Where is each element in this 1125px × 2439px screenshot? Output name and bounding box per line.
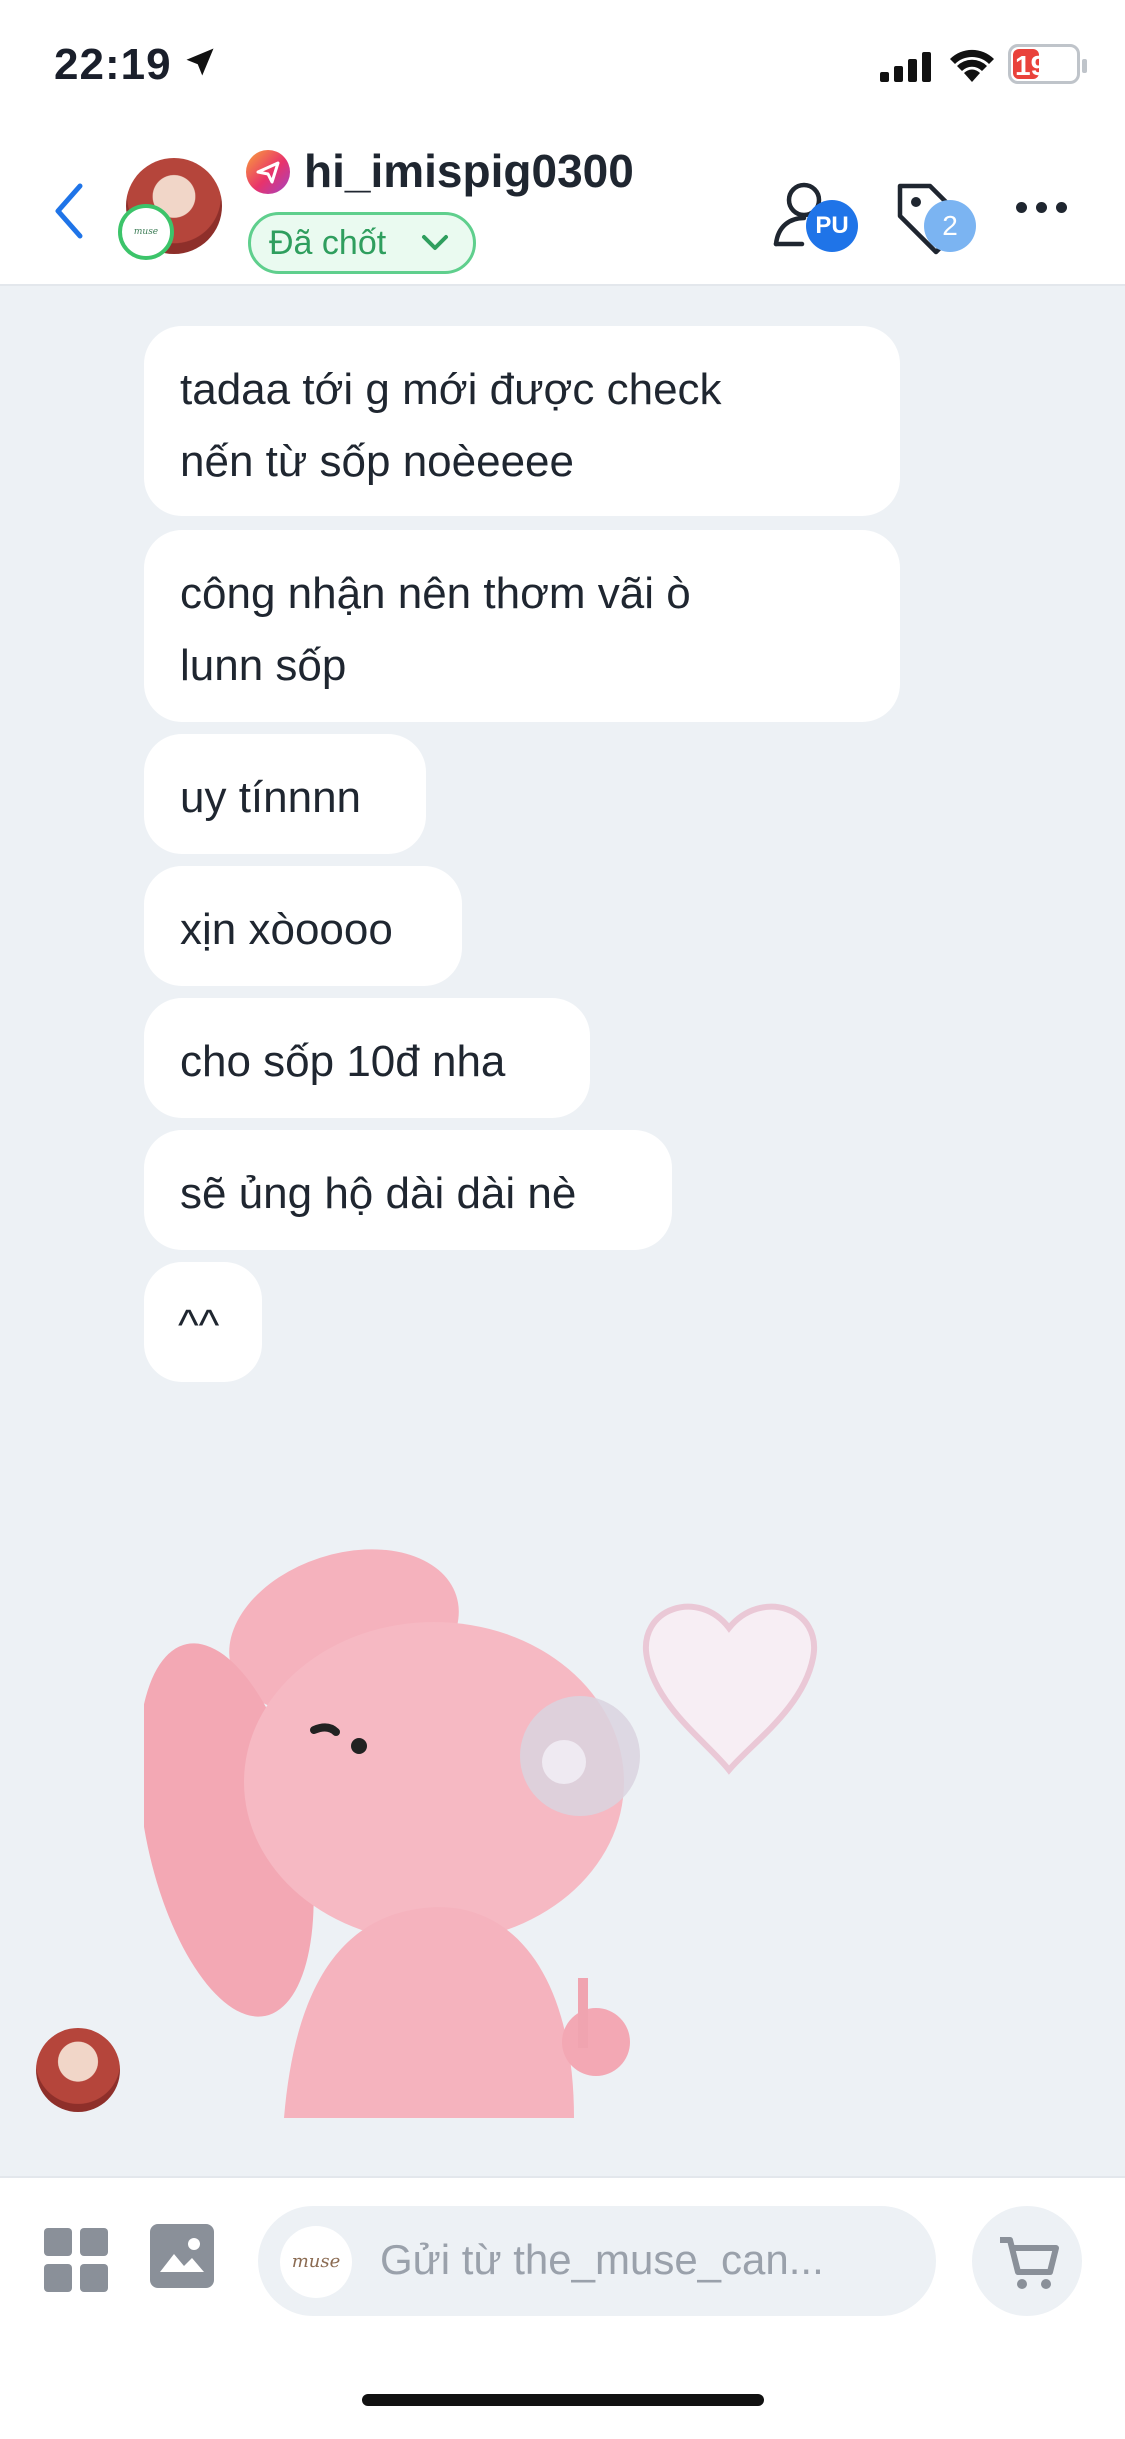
message-bubble: cho sốp 10đ nha — [144, 998, 590, 1118]
assignee-badge: PU — [806, 200, 858, 252]
battery-indicator: 19 — [1008, 44, 1087, 84]
message-input-placeholder: Gửi từ the_muse_can... — [380, 2236, 824, 2283]
tag-count-badge: 2 — [924, 200, 976, 252]
battery-cap — [1082, 59, 1087, 73]
chevron-down-icon — [422, 235, 448, 250]
message-bubble: công nhận nên thơm vãi ò lunn sốp — [144, 530, 900, 722]
location-arrow-icon — [186, 48, 214, 76]
back-chevron-icon[interactable] — [44, 176, 94, 246]
sender-avatar[interactable] — [36, 2028, 120, 2112]
cellular-signal-icon — [880, 52, 931, 82]
more-options-icon[interactable] — [1012, 186, 1072, 226]
battery-percent: 19 — [1015, 50, 1047, 81]
order-status-label: Đã chốt — [269, 224, 387, 262]
instagram-direct-icon — [246, 150, 290, 194]
message-bubble: sẽ ủng hộ dài dài nè — [144, 1130, 672, 1250]
bunny-sticker-image[interactable] — [144, 1520, 860, 2118]
order-status-dropdown[interactable]: Đã chốt — [248, 212, 476, 274]
status-time: 22:19 — [54, 40, 172, 89]
message-bubble: ^^ — [144, 1262, 262, 1382]
cart-icon[interactable] — [972, 2206, 1082, 2316]
message-input[interactable]: muse Gửi từ the_muse_can... — [258, 2206, 936, 2316]
message-bubble: tadaa tới g mới được check nến từ sốp no… — [144, 326, 900, 516]
home-indicator — [362, 2394, 764, 2406]
apps-grid-icon[interactable] — [44, 2228, 108, 2292]
shop-badge: muse — [118, 204, 174, 260]
wifi-icon — [950, 49, 994, 82]
message-bubble: xịn xòoooo — [144, 866, 462, 986]
top-header: 22:19 19 muse hi_imispig0300 Đã chốt PU … — [0, 0, 1125, 286]
image-picker-icon[interactable] — [150, 2224, 214, 2288]
shop-logo: muse — [280, 2226, 352, 2298]
message-bubble: uy tínnnn — [144, 734, 426, 854]
chat-username: hi_imispig0300 — [304, 145, 634, 197]
